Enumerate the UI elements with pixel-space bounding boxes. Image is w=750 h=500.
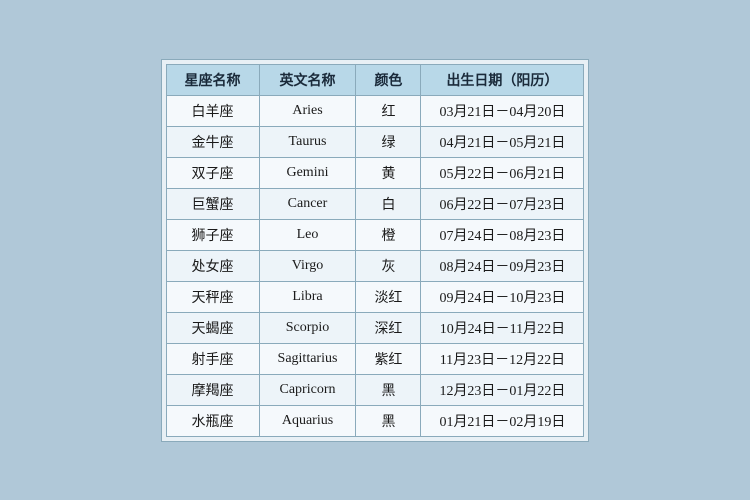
header-cell-3: 出生日期（阳历）: [421, 64, 584, 95]
table-cell-2-3: 05月22日－06月21日: [421, 157, 584, 188]
table-cell-1-3: 04月21日－05月21日: [421, 126, 584, 157]
table-cell-1-0: 金牛座: [166, 126, 259, 157]
table-cell-3-1: Cancer: [259, 188, 356, 219]
table-cell-0-1: Aries: [259, 95, 356, 126]
table-cell-6-0: 天秤座: [166, 281, 259, 312]
table-cell-8-0: 射手座: [166, 343, 259, 374]
table-cell-5-0: 处女座: [166, 250, 259, 281]
zodiac-table-container: 星座名称英文名称颜色出生日期（阳历） 白羊座Aries红03月21日－04月20…: [161, 59, 590, 442]
table-cell-9-1: Capricorn: [259, 374, 356, 405]
table-cell-7-2: 深红: [356, 312, 421, 343]
table-cell-4-2: 橙: [356, 219, 421, 250]
table-cell-10-3: 01月21日－02月19日: [421, 405, 584, 436]
header-row: 星座名称英文名称颜色出生日期（阳历）: [166, 64, 584, 95]
table-row: 巨蟹座Cancer白06月22日－07月23日: [166, 188, 584, 219]
table-cell-4-3: 07月24日－08月23日: [421, 219, 584, 250]
table-row: 水瓶座Aquarius黑01月21日－02月19日: [166, 405, 584, 436]
table-cell-2-2: 黄: [356, 157, 421, 188]
table-cell-8-3: 11月23日－12月22日: [421, 343, 584, 374]
header-cell-0: 星座名称: [166, 64, 259, 95]
table-row: 摩羯座Capricorn黑12月23日－01月22日: [166, 374, 584, 405]
table-cell-1-2: 绿: [356, 126, 421, 157]
table-cell-4-1: Leo: [259, 219, 356, 250]
table-header: 星座名称英文名称颜色出生日期（阳历）: [166, 64, 584, 95]
table-cell-9-0: 摩羯座: [166, 374, 259, 405]
table-cell-5-2: 灰: [356, 250, 421, 281]
table-cell-10-1: Aquarius: [259, 405, 356, 436]
table-row: 天秤座Libra淡红09月24日－10月23日: [166, 281, 584, 312]
table-cell-0-0: 白羊座: [166, 95, 259, 126]
table-cell-8-2: 紫红: [356, 343, 421, 374]
header-cell-1: 英文名称: [259, 64, 356, 95]
table-cell-7-1: Scorpio: [259, 312, 356, 343]
table-row: 射手座Sagittarius紫红11月23日－12月22日: [166, 343, 584, 374]
table-cell-10-2: 黑: [356, 405, 421, 436]
table-cell-0-2: 红: [356, 95, 421, 126]
table-cell-10-0: 水瓶座: [166, 405, 259, 436]
table-row: 白羊座Aries红03月21日－04月20日: [166, 95, 584, 126]
table-cell-9-3: 12月23日－01月22日: [421, 374, 584, 405]
table-cell-6-3: 09月24日－10月23日: [421, 281, 584, 312]
zodiac-table: 星座名称英文名称颜色出生日期（阳历） 白羊座Aries红03月21日－04月20…: [166, 64, 585, 437]
table-cell-7-0: 天蝎座: [166, 312, 259, 343]
table-cell-5-1: Virgo: [259, 250, 356, 281]
table-cell-1-1: Taurus: [259, 126, 356, 157]
table-row: 双子座Gemini黄05月22日－06月21日: [166, 157, 584, 188]
table-cell-7-3: 10月24日－11月22日: [421, 312, 584, 343]
table-cell-3-2: 白: [356, 188, 421, 219]
table-cell-8-1: Sagittarius: [259, 343, 356, 374]
table-body: 白羊座Aries红03月21日－04月20日金牛座Taurus绿04月21日－0…: [166, 95, 584, 436]
table-cell-9-2: 黑: [356, 374, 421, 405]
table-cell-2-1: Gemini: [259, 157, 356, 188]
header-cell-2: 颜色: [356, 64, 421, 95]
table-cell-2-0: 双子座: [166, 157, 259, 188]
table-cell-0-3: 03月21日－04月20日: [421, 95, 584, 126]
table-row: 金牛座Taurus绿04月21日－05月21日: [166, 126, 584, 157]
table-cell-6-2: 淡红: [356, 281, 421, 312]
table-cell-4-0: 狮子座: [166, 219, 259, 250]
table-cell-3-0: 巨蟹座: [166, 188, 259, 219]
table-cell-5-3: 08月24日－09月23日: [421, 250, 584, 281]
table-row: 处女座Virgo灰08月24日－09月23日: [166, 250, 584, 281]
table-row: 天蝎座Scorpio深红10月24日－11月22日: [166, 312, 584, 343]
table-cell-3-3: 06月22日－07月23日: [421, 188, 584, 219]
table-row: 狮子座Leo橙07月24日－08月23日: [166, 219, 584, 250]
table-cell-6-1: Libra: [259, 281, 356, 312]
